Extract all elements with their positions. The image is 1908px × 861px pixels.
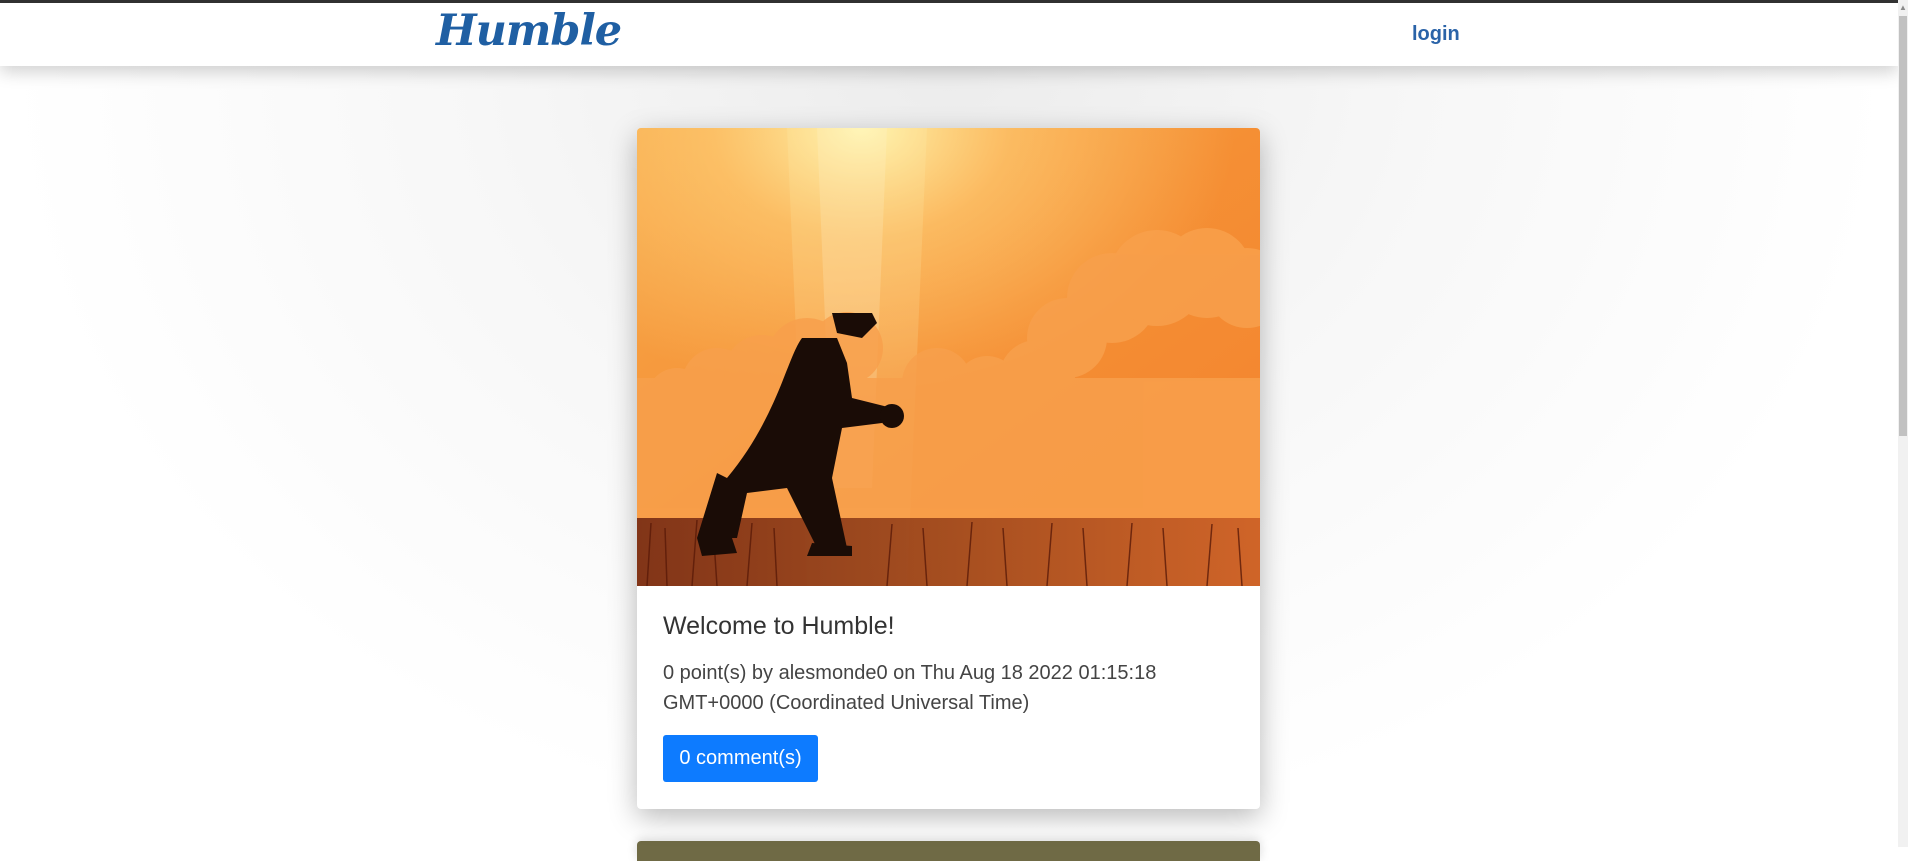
comments-button[interactable]: 0 comment(s): [663, 735, 818, 782]
post-image: [637, 128, 1260, 586]
scroll-up-icon[interactable]: ▲: [1899, 3, 1907, 13]
post-title[interactable]: Welcome to Humble!: [663, 612, 895, 641]
post-meta: 0 point(s) by alesmonde0 on Thu Aug 18 2…: [663, 662, 1157, 714]
scrollbar-thumb[interactable]: [1899, 16, 1907, 436]
navbar: Humble login: [0, 3, 1898, 66]
post-card: Welcome to Humble! 0 point(s) by alesmon…: [637, 128, 1260, 809]
brand-logo[interactable]: Humble: [436, 6, 622, 56]
scrollbar[interactable]: ▲: [1898, 0, 1908, 847]
login-link[interactable]: login: [1412, 23, 1460, 46]
next-post-card: [637, 841, 1260, 861]
